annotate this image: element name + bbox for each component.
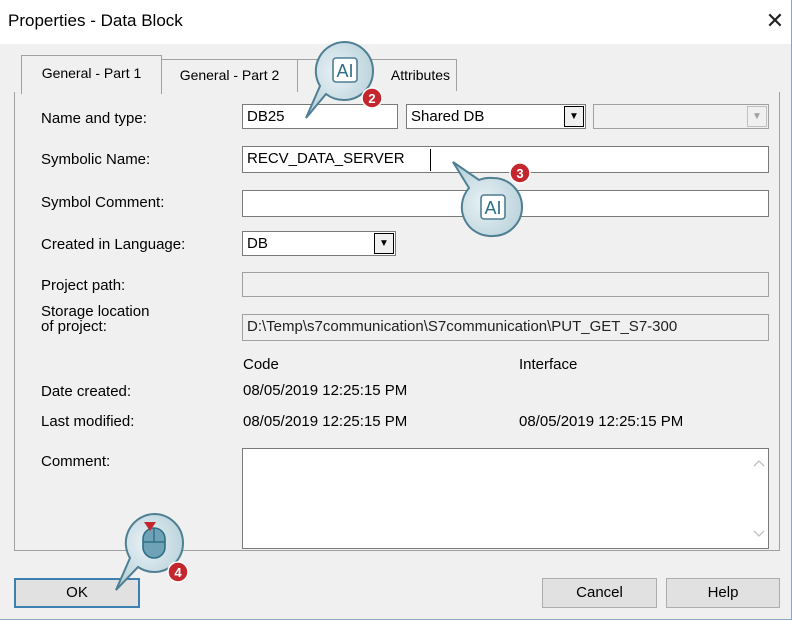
- callout-3-glyph: AI: [484, 198, 501, 218]
- last-modified-interface: 08/05/2019 12:25:15 PM: [519, 413, 684, 430]
- chevron-down-icon[interactable]: ▼: [564, 106, 584, 127]
- callout-step-4: 4: [108, 510, 200, 594]
- text-cursor: [430, 149, 431, 171]
- type-extra-select: ▼: [593, 104, 769, 129]
- cancel-button[interactable]: Cancel: [542, 578, 657, 608]
- last-modified-code: 08/05/2019 12:25:15 PM: [243, 413, 408, 430]
- storage-location-label: Storage location of project:: [41, 304, 149, 334]
- tab-label: Attributes: [390, 67, 450, 83]
- symbolic-name-label: Symbolic Name:: [41, 151, 151, 168]
- symbol-comment-label: Symbol Comment:: [41, 194, 165, 211]
- storage-location-field: D:\Temp\s7communication\S7communication\…: [242, 314, 769, 341]
- comment-scrollbar[interactable]: [750, 449, 768, 548]
- tab-label: General - Part 1: [41, 65, 142, 81]
- scroll-arrows-icon: [753, 460, 765, 537]
- tab-general-part-1[interactable]: General - Part 1: [21, 55, 162, 94]
- date-created-code: 08/05/2019 12:25:15 PM: [243, 382, 408, 399]
- type-select-value: Shared DB: [411, 108, 485, 125]
- type-select[interactable]: Shared DB ▼: [406, 104, 586, 129]
- tab-label: General - Part 2: [179, 67, 280, 83]
- window-title: Properties - Data Block: [8, 11, 183, 30]
- symbolic-name-value: RECV_DATA_SERVER: [247, 150, 405, 167]
- comment-label: Comment:: [41, 453, 111, 470]
- last-modified-label: Last modified:: [41, 413, 135, 430]
- storage-location-label-line2: of project:: [41, 318, 107, 335]
- name-type-label: Name and type:: [41, 110, 147, 127]
- tab-general-part-2[interactable]: General - Part 2: [161, 59, 298, 92]
- title-bar: Properties - Data Block ✕: [0, 0, 791, 44]
- text-input-icon: AI 3: [452, 161, 531, 238]
- callout-2-step: 2: [368, 91, 375, 106]
- callout-4-step: 4: [174, 565, 182, 580]
- callout-step-3: AI 3: [445, 158, 541, 242]
- callout-2-glyph: AI: [336, 61, 353, 81]
- help-button[interactable]: Help: [666, 578, 780, 608]
- project-path-label: Project path:: [41, 277, 126, 294]
- interface-header: Interface: [519, 356, 578, 373]
- date-created-label: Date created:: [41, 383, 132, 400]
- created-language-label: Created in Language:: [41, 236, 186, 253]
- storage-location-label-line1: Storage location: [41, 303, 150, 320]
- mouse-click-icon: 4: [115, 512, 189, 591]
- text-input-icon: AI 2: [305, 40, 383, 119]
- callout-step-2: AI 2: [300, 38, 392, 122]
- comment-textarea[interactable]: [242, 448, 769, 549]
- created-language-select[interactable]: DB ▼: [242, 231, 396, 256]
- code-header: Code: [243, 356, 279, 373]
- close-icon[interactable]: ✕: [762, 8, 788, 34]
- created-language-value: DB: [247, 235, 268, 252]
- callout-3-step: 3: [516, 166, 523, 181]
- project-path-field: [242, 272, 769, 297]
- chevron-down-icon[interactable]: ▼: [374, 233, 394, 254]
- chevron-down-icon: ▼: [747, 106, 767, 127]
